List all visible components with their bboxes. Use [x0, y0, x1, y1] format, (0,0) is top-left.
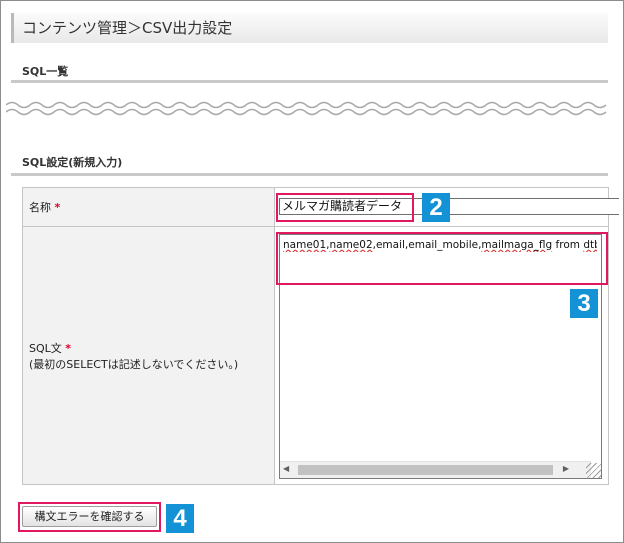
- section-divider: [11, 173, 608, 176]
- arrow-left-icon[interactable]: ◀: [283, 464, 289, 473]
- required-mark: *: [65, 341, 72, 355]
- callout-highlight-name: [276, 193, 414, 222]
- sql-label: SQL文: [29, 341, 62, 355]
- section-heading-sql-settings-label: SQL設定(新規入力): [22, 156, 123, 169]
- resize-grip-icon[interactable]: [586, 463, 601, 478]
- section-divider: [11, 80, 608, 83]
- section-heading-sql-settings: SQL設定(新規入力): [11, 154, 608, 176]
- callout-badge-3: 3: [570, 289, 598, 318]
- page-title: コンテンツ管理＞CSV出力設定: [11, 13, 608, 43]
- name-label-cell: 名称 *: [22, 187, 275, 227]
- callout-highlight-sql: [276, 232, 608, 285]
- callout-badge-4: 4: [166, 504, 194, 533]
- horizontal-scrollbar[interactable]: ◀ ▶: [280, 461, 591, 478]
- scrollbar-thumb[interactable]: [298, 465, 553, 475]
- arrow-right-icon[interactable]: ▶: [563, 464, 569, 473]
- sql-note: (最初のSELECTは記述しないでください。): [29, 357, 239, 371]
- section-heading-sql-list-label: SQL一覧: [22, 65, 69, 78]
- name-label: 名称: [29, 201, 51, 214]
- callout-highlight-button: [18, 502, 161, 532]
- sql-label-cell: SQL文 * (最初のSELECTは記述しないでください。): [22, 226, 275, 485]
- section-heading-sql-list: SQL一覧: [11, 63, 608, 83]
- omission-wave-divider: [6, 101, 607, 116]
- required-mark: *: [54, 201, 61, 214]
- callout-badge-2: 2: [422, 193, 450, 222]
